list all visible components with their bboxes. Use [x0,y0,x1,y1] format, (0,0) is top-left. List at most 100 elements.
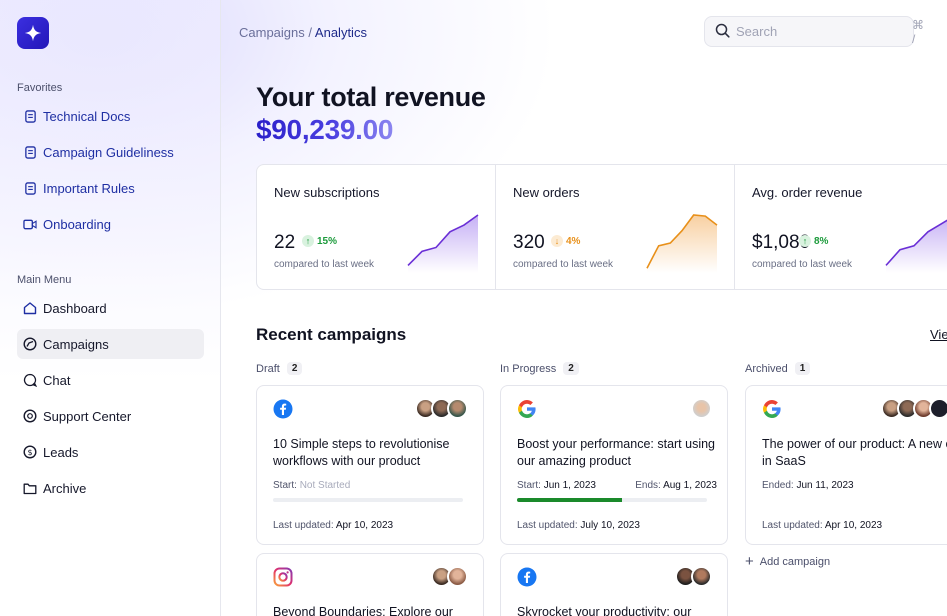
updated-value: July 10, 2023 [580,520,640,531]
stat-delta: ↑ 15% [302,235,337,247]
video-icon [23,217,37,231]
sparkle-icon [24,24,42,42]
last-updated: Last updated: Apr 10, 2023 [273,520,393,531]
updated-value: Apr 10, 2023 [335,520,394,531]
sparkline-area [647,215,717,273]
campaign-card[interactable]: Boost your performance: start using our … [500,385,728,545]
main-menu-label: Main Menu [17,274,72,286]
stat-compare: compared to last week [752,259,853,270]
stat-delta: ↑ 8% [799,235,828,247]
stats-panel: New subscriptions 22 ↑ 15% compared to l… [256,164,947,290]
sidebar-item-label: Support Center [43,408,132,424]
campaign-progress [517,498,707,502]
campaign-title: Boost your performance: start using our … [517,437,716,468]
stat-delta-value: 8% [814,235,829,247]
stat-card-subscriptions: New subscriptions 22 ↑ 15% compared to l… [257,165,496,289]
sidebar-item-label: Chat [43,372,71,388]
add-campaign-button[interactable]: + Add campaign [745,553,830,570]
column-label: Archived [745,362,788,375]
stat-delta: ↓ 4% [551,235,580,247]
campaign-title: The power of our product: A new era in S… [762,437,947,468]
start-value: Jun 11, 2023 [796,480,854,491]
document-icon [23,145,37,159]
updated-label: Last updated: [273,520,334,531]
column-label: In Progress [500,362,557,375]
end-label: Ends: [635,480,661,491]
arrow-down-icon: ↓ [551,235,563,247]
updated-label: Last updated: [762,520,823,531]
column-label: Draft [256,362,280,375]
sparkline-area [408,215,478,273]
avatar [929,398,947,419]
svg-text:$: $ [27,448,32,457]
google-icon [518,400,536,418]
campaign-title: Skyrocket your productivity: our [517,605,692,616]
facebook-icon [517,567,537,587]
stat-delta-value: 15% [317,235,338,247]
column-count-badge: 2 [563,362,579,375]
search-box[interactable]: ⌘ / [704,16,924,47]
recent-campaigns-title: Recent campaigns [256,325,407,344]
avatar [691,398,712,419]
stat-value: 22 [274,232,296,253]
sidebar-item-label: Onboarding [43,216,111,232]
sidebar: Favorites Technical Docs Campaign Guidel… [0,0,221,616]
start-value: Not Started [299,480,351,491]
sidebar-item-archive[interactable]: Archive [17,473,204,503]
plus-icon: + [745,553,754,570]
start-label: Ended: [762,480,794,491]
column-count-badge: 1 [794,362,811,375]
support-icon [23,409,37,423]
stat-label: New subscriptions [274,185,380,200]
campaign-dates: Ended: Jun 11, 2023 [762,480,947,491]
stat-compare: compared to last week [274,259,375,270]
last-updated: Last updated: Apr 10, 2023 [762,520,882,531]
document-icon [23,109,37,123]
search-input[interactable] [736,24,912,39]
progress-fill [517,498,622,502]
column-header-archived: Archived 1 [745,362,811,375]
instagram-icon [273,567,293,587]
campaign-card[interactable]: 10 Simple steps to revolutionise workflo… [256,385,484,545]
campaign-progress [273,498,463,502]
breadcrumb-separator: / [308,25,313,40]
sidebar-item-leads[interactable]: $ Leads [17,437,204,467]
avatar [691,566,712,587]
column-header-draft: Draft 2 [256,362,303,375]
campaign-card[interactable]: Skyrocket your productivity: our [500,553,728,616]
sidebar-item-onboarding[interactable]: Onboarding [17,209,204,239]
sidebar-item-chat[interactable]: Chat [17,365,204,395]
updated-value: Apr 10, 2023 [824,520,883,531]
campaign-dates: Start: Jun 1, 2023 Ends: Aug 1, 2023 [517,480,717,491]
stat-card-avg-order: Avg. order revenue $1,080 ↑ 8% compared … [734,165,947,289]
sparkline-chart [407,214,479,273]
column-count-badge: 2 [286,362,303,375]
stat-label: Avg. order revenue [752,185,863,200]
dollar-icon: $ [23,445,37,459]
stat-delta-value: 4% [566,235,581,247]
sidebar-item-important-rules[interactable]: Important Rules [17,173,204,203]
sidebar-item-technical-docs[interactable]: Technical Docs [17,101,204,131]
facebook-icon [273,399,293,419]
favorites-label: Favorites [17,82,63,94]
app-logo[interactable] [17,17,49,49]
sidebar-item-support-center[interactable]: Support Center [17,401,204,431]
campaign-progress [762,498,947,502]
breadcrumb-root[interactable]: Campaigns [239,25,305,40]
campaign-card[interactable]: Beyond Boundaries: Explore our [256,553,484,616]
campaign-title: 10 Simple steps to revolutionise workflo… [273,437,450,468]
start-label: Start: [273,480,297,491]
sidebar-item-campaigns[interactable]: Campaigns [17,329,204,359]
folder-icon [23,481,37,495]
breadcrumb: Campaigns / Analytics [239,25,367,40]
avatar-group [431,566,468,587]
view-all-link[interactable]: Vie [930,327,947,342]
campaign-card[interactable]: The power of our product: A new era in S… [745,385,947,545]
sidebar-item-campaign-guideliness[interactable]: Campaign Guideliness [17,137,204,167]
home-icon [23,301,37,315]
start-value: Jun 1, 2023 [543,480,596,491]
sidebar-item-dashboard[interactable]: Dashboard [17,293,204,323]
avatar-group [881,398,947,419]
updated-label: Last updated: [517,520,578,531]
avatar-group [691,398,712,419]
